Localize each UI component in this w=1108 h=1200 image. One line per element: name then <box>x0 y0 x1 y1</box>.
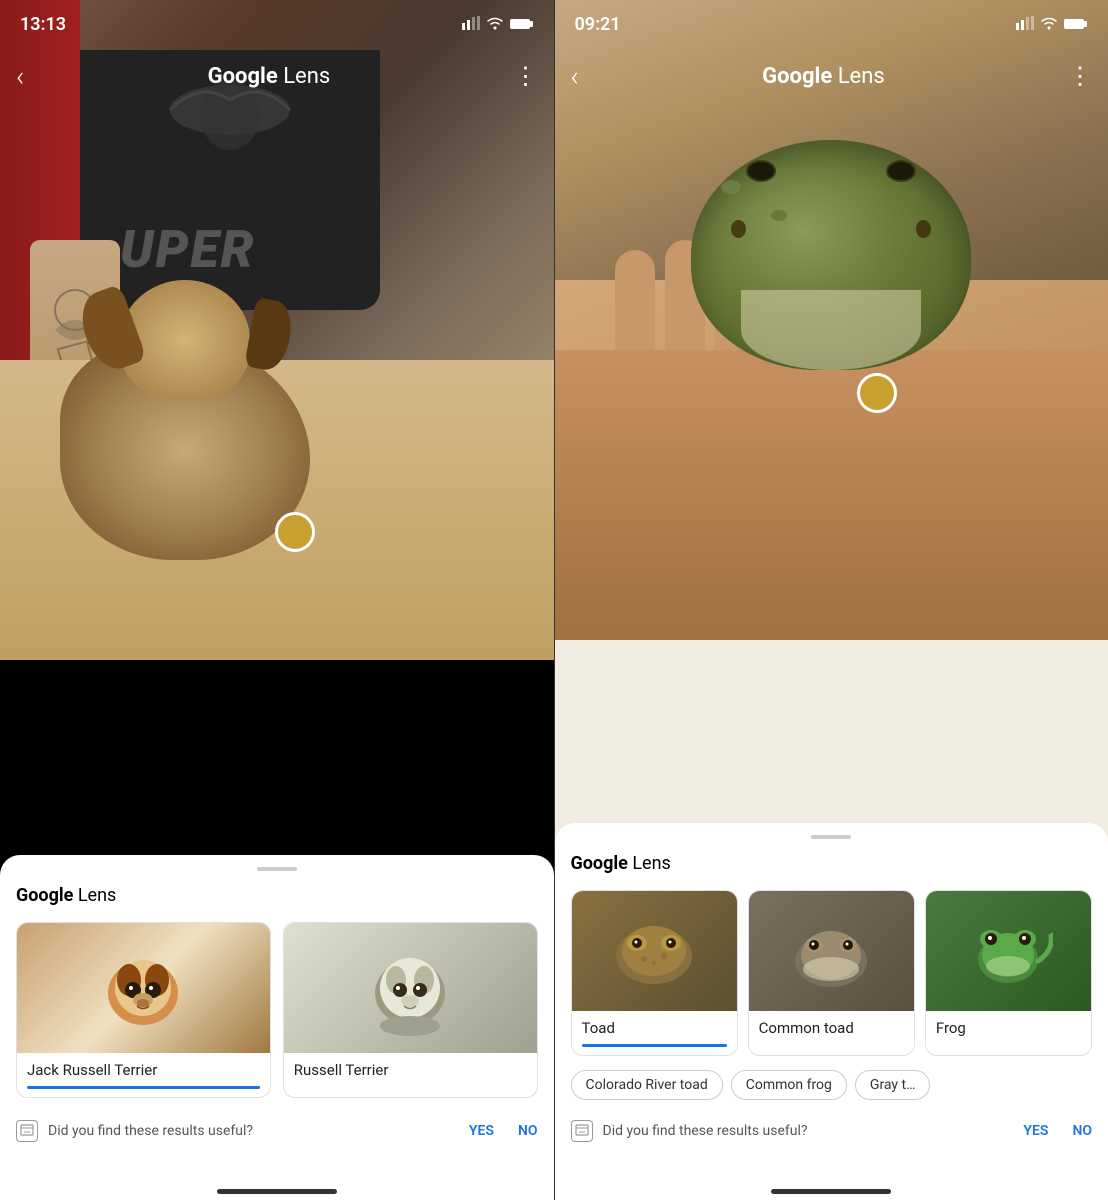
left-card-0-label: Jack Russell Terrier <box>17 1053 270 1087</box>
toad-nostril-right <box>916 220 931 238</box>
left-status-icons <box>462 14 534 35</box>
toad-eye-right <box>886 160 916 182</box>
left-result-cards: Jack Russell Terrier <box>16 922 538 1099</box>
right-feedback-row: Did you find these results useful? YES N… <box>571 1112 1093 1150</box>
left-card-0[interactable]: Jack Russell Terrier <box>16 922 271 1099</box>
jr-card-image <box>17 923 270 1053</box>
left-feedback-no[interactable]: NO <box>518 1123 538 1139</box>
toad-eye-left <box>746 160 776 182</box>
russell-card-image <box>284 923 537 1053</box>
left-feedback-question: Did you find these results useful? <box>48 1123 253 1139</box>
right-sheet-title: Google Lens <box>571 853 1093 874</box>
right-feedback-icon <box>571 1120 593 1142</box>
left-title-lens: Lens <box>278 64 330 89</box>
lens-dot-left[interactable] <box>275 512 315 552</box>
right-chip-0[interactable]: Colorado River toad <box>571 1070 723 1100</box>
toad-svg <box>609 911 699 991</box>
wifi-icon <box>486 14 504 35</box>
right-card-1[interactable]: Common toad <box>748 890 915 1057</box>
left-back-button[interactable]: ‹ <box>16 60 24 93</box>
left-card-0-underline <box>27 1086 260 1089</box>
toad-spot-1 <box>721 180 741 194</box>
right-top-nav: ‹ Google Lens ⋮ <box>555 48 1108 104</box>
left-home-indicator <box>217 1189 337 1194</box>
right-sheet-google: Google <box>571 853 628 874</box>
ctoad-card-image <box>749 891 914 1011</box>
right-result-cards: Toad <box>571 890 1093 1057</box>
left-nav-title: Google Lens <box>208 64 331 89</box>
right-chip-1[interactable]: Common frog <box>731 1070 847 1100</box>
right-time: 09:21 <box>575 14 621 35</box>
right-menu-button[interactable]: ⋮ <box>1068 62 1092 90</box>
toad-nostril-left <box>731 220 746 238</box>
right-card-2-label: Frog <box>926 1011 1091 1045</box>
right-wifi-icon <box>1040 14 1058 35</box>
right-back-button[interactable]: ‹ <box>571 60 579 93</box>
left-menu-button[interactable]: ⋮ <box>514 62 538 90</box>
left-card-1-label: Russell Terrier <box>284 1053 537 1087</box>
right-title-lens: Lens <box>832 64 884 89</box>
right-bottom-sheet: Google Lens <box>555 823 1108 1200</box>
right-battery-icon <box>1064 14 1088 35</box>
right-card-1-label: Common toad <box>749 1011 914 1045</box>
signal-icon <box>462 14 480 35</box>
toad-card-image <box>572 891 737 1011</box>
right-tag-chips: Colorado River toad Common frog Gray t… <box>571 1070 1093 1100</box>
right-signal-icon <box>1016 14 1034 35</box>
battery-icon <box>510 14 534 35</box>
toad-spot-2 <box>771 210 787 221</box>
left-phone: UPER 13:13 <box>0 0 554 1200</box>
right-feedback-yes[interactable]: YES <box>1023 1123 1048 1139</box>
right-feedback-question: Did you find these results useful? <box>603 1123 808 1139</box>
left-sheet-lens: Lens <box>73 885 116 906</box>
russell-svg <box>360 938 460 1038</box>
left-time: 13:13 <box>20 14 66 35</box>
right-card-0-label: Toad <box>572 1011 737 1045</box>
left-top-nav: ‹ Google Lens ⋮ <box>0 48 554 104</box>
frog-svg <box>963 911 1053 991</box>
right-home-indicator <box>771 1189 891 1194</box>
left-sheet-handle <box>257 867 297 871</box>
right-sheet-handle <box>811 835 851 839</box>
right-card-0[interactable]: Toad <box>571 890 738 1057</box>
palm <box>555 350 1108 640</box>
left-title-google: Google <box>208 64 278 89</box>
left-card-1[interactable]: Russell Terrier <box>283 922 538 1099</box>
toad-body <box>691 140 971 370</box>
shirt-text: UPER <box>120 219 256 280</box>
lens-dot-right[interactable] <box>857 373 897 413</box>
left-bottom-sheet: Google Lens <box>0 855 554 1200</box>
right-status-icons <box>1016 14 1088 35</box>
ctoad-svg <box>786 911 876 991</box>
left-sheet-title: Google Lens <box>16 885 538 906</box>
right-sheet-lens: Lens <box>628 853 671 874</box>
right-status-bar: 09:21 <box>555 0 1108 48</box>
right-card-2[interactable]: Frog <box>925 890 1092 1057</box>
toad-spot-3 <box>903 190 921 202</box>
right-chip-2[interactable]: Gray t… <box>855 1070 931 1100</box>
toad-belly <box>741 290 921 370</box>
left-feedback-yes[interactable]: YES <box>469 1123 494 1139</box>
left-feedback-row: Did you find these results useful? YES N… <box>16 1112 538 1150</box>
right-feedback-no[interactable]: NO <box>1072 1123 1092 1139</box>
frog-card-image <box>926 891 1091 1011</box>
jack-russell-svg <box>93 938 193 1038</box>
left-feedback-icon <box>16 1120 38 1142</box>
right-nav-title: Google Lens <box>762 64 885 89</box>
right-phone: 09:21 ‹ Google Lens ⋮ Google Lens <box>555 0 1108 1200</box>
left-sheet-google: Google <box>16 885 73 906</box>
right-title-google: Google <box>762 64 832 89</box>
right-card-0-underline <box>582 1044 727 1047</box>
left-status-bar: 13:13 <box>0 0 554 48</box>
